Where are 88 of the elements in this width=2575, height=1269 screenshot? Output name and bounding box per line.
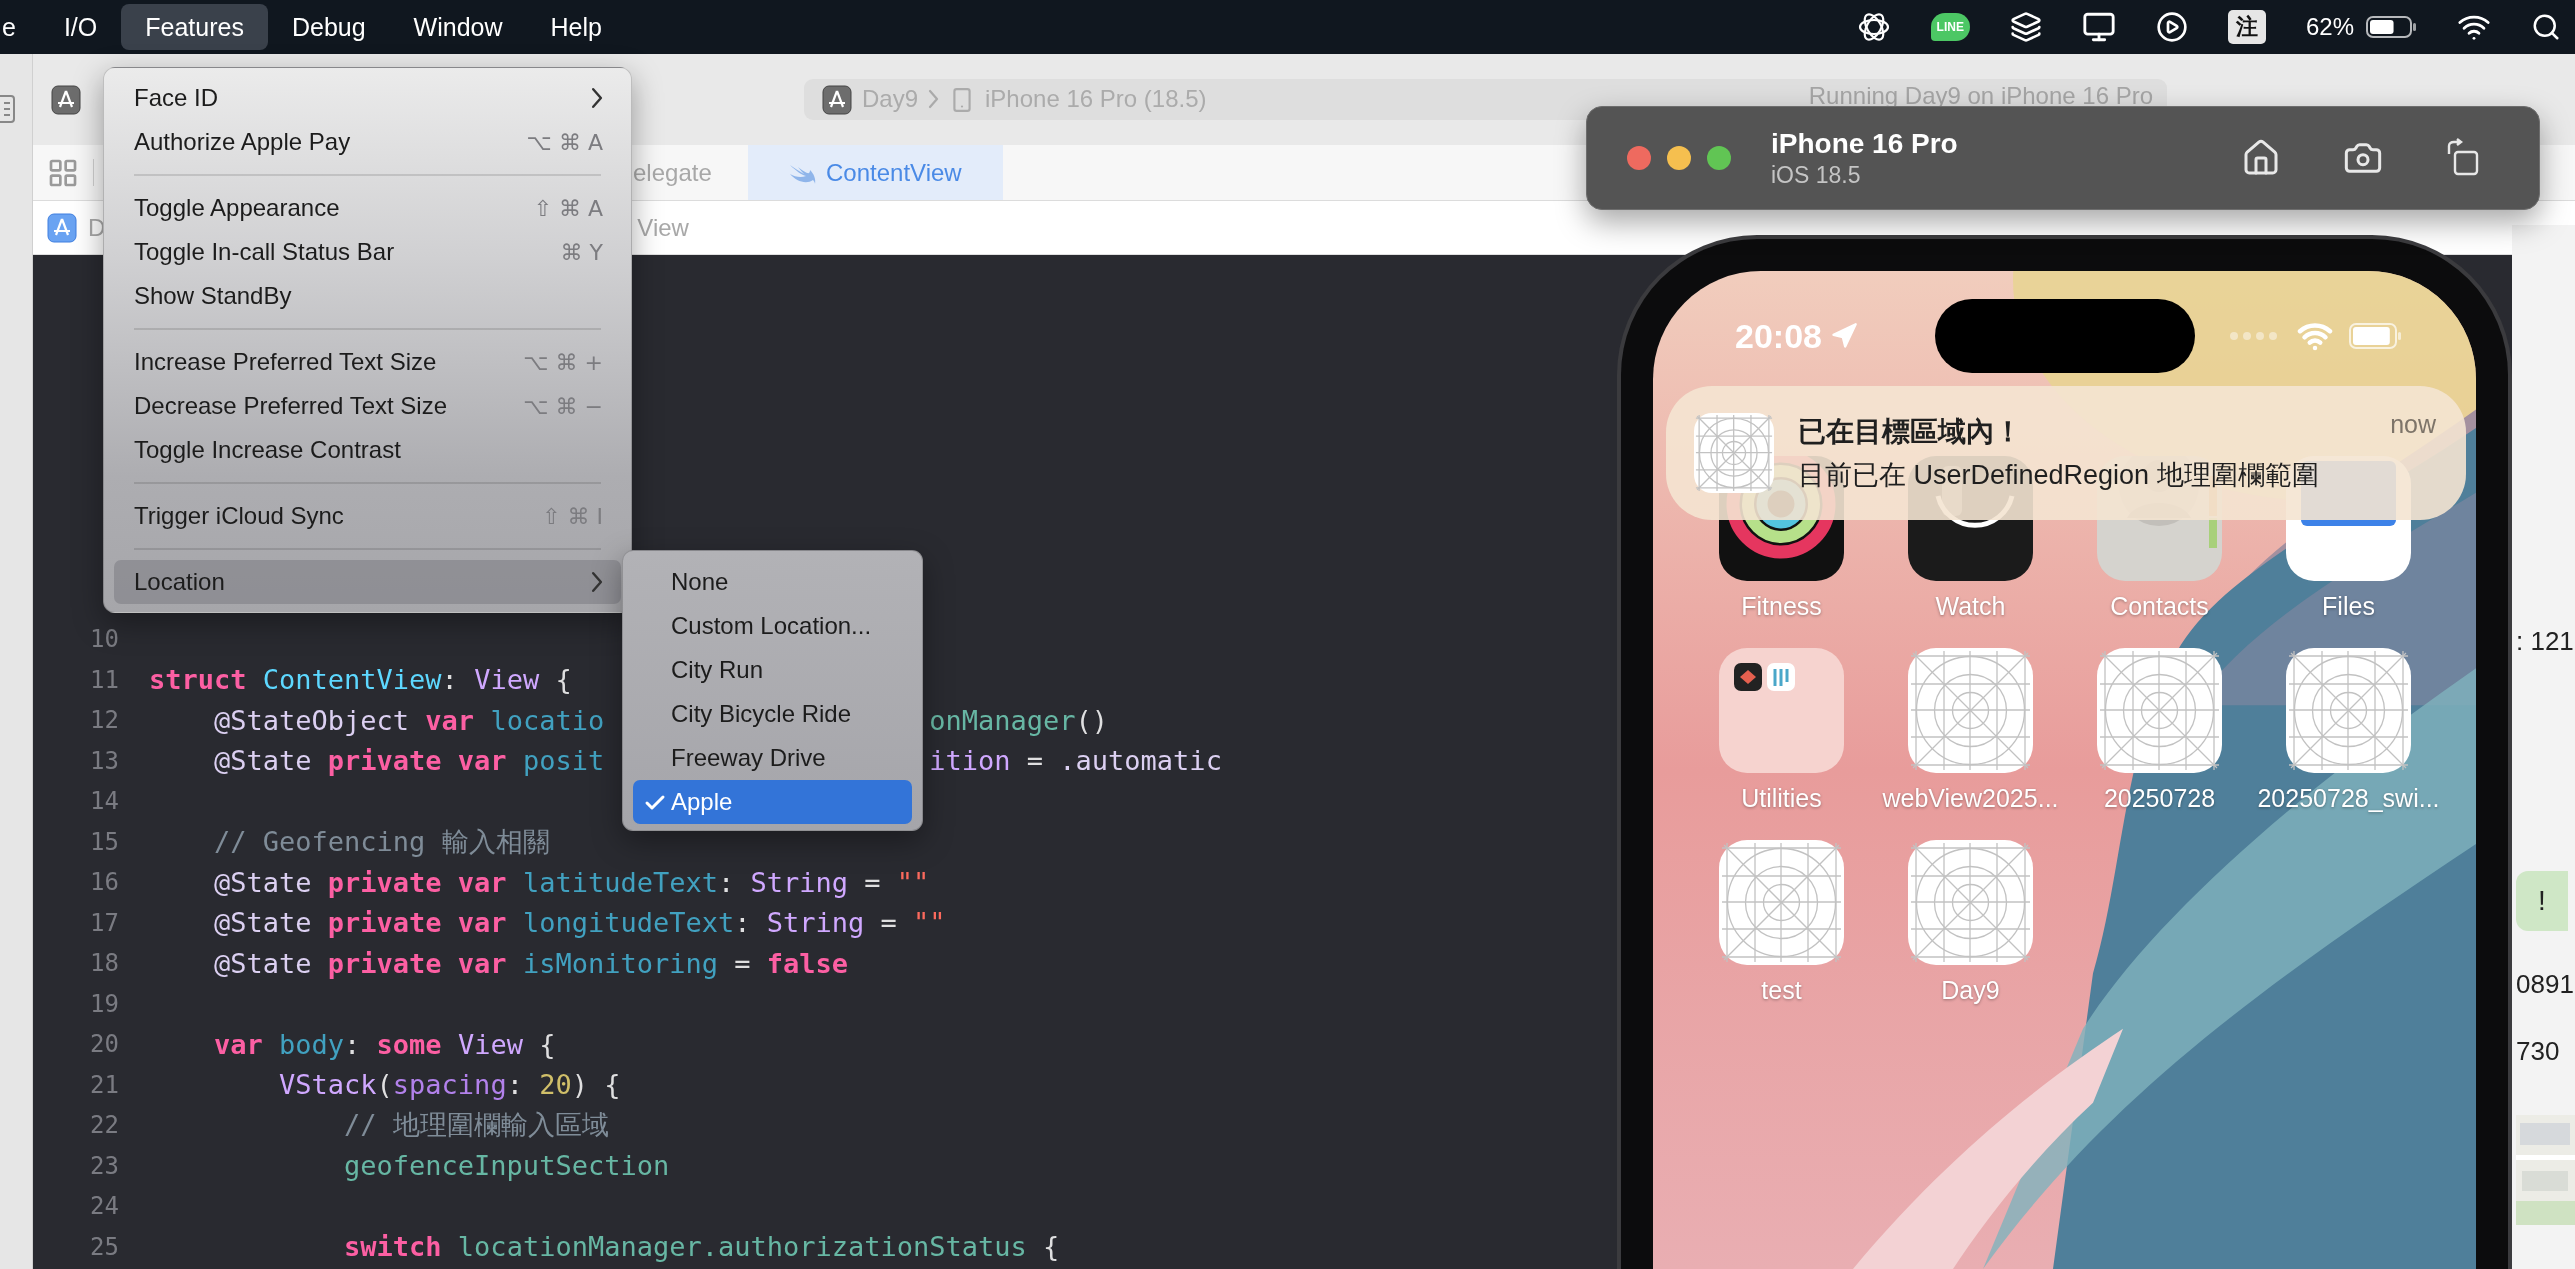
code-line: geofenceInputSection xyxy=(343,1150,670,1182)
os-version: iOS 18.5 xyxy=(1771,161,1862,189)
menu-item[interactable]: Show StandBy xyxy=(114,274,621,318)
menu-item[interactable]: None xyxy=(633,560,912,604)
code-line: struct ContentView: View { xyxy=(149,664,572,696)
menu-item[interactable]: Increase Preferred Text Size ⌥ ⌘ + xyxy=(114,340,621,384)
app-store-icon xyxy=(51,84,81,115)
menu-item[interactable]: Toggle In-call Status Bar ⌘ Y xyxy=(114,230,621,274)
code-line: @State private var isMonitoring = false xyxy=(213,947,849,979)
app-store-icon xyxy=(822,85,852,115)
notification-body: 目前已在 UserDefinedRegion 地理圍欄範圍 xyxy=(1798,459,2319,492)
menu-item[interactable]: Apple xyxy=(633,780,912,824)
battery-icon xyxy=(2366,16,2417,38)
notification-toast[interactable]: 已在目標區域內！ 目前已在 UserDefinedRegion 地理圍欄範圍 now xyxy=(1666,386,2466,520)
line-number: 24 xyxy=(89,1192,119,1221)
line-number: 25 xyxy=(89,1232,119,1261)
line-number: 11 xyxy=(89,665,119,694)
code-line: onManager() xyxy=(929,704,1109,736)
sidebar-icon[interactable] xyxy=(0,94,18,124)
notification-title: 已在目標區域內！ xyxy=(1798,415,2023,449)
code-line: // 地理圍欄輸入區域 xyxy=(343,1108,609,1143)
close-button[interactable] xyxy=(1627,146,1651,170)
menu-title[interactable]: Features xyxy=(121,4,268,50)
battery-percent: 62% xyxy=(2305,13,2354,41)
code-line: var body: some View { xyxy=(213,1028,556,1060)
code-line: switch locationManager.authorizationStatus { xyxy=(343,1231,1060,1263)
blank-app-icon xyxy=(1908,840,2033,965)
line-number: 15 xyxy=(89,827,119,856)
blank-app-icon xyxy=(1719,840,1844,965)
side-text: : 121 xyxy=(2516,625,2575,658)
app-store-icon xyxy=(47,212,77,243)
code-line: @State private var posit xyxy=(213,745,605,777)
code-line: ition = .automatic xyxy=(929,745,1222,777)
line-number: 16 xyxy=(89,868,119,897)
menu-item[interactable]: City Run xyxy=(633,648,912,692)
menu-item[interactable]: Location xyxy=(114,560,621,604)
rotate-icon[interactable] xyxy=(2445,138,2481,178)
line-number: 14 xyxy=(89,787,119,816)
input-method-badge[interactable]: 注 xyxy=(2227,10,2266,44)
line-number: 23 xyxy=(89,1151,119,1180)
menu-title[interactable]: Window xyxy=(389,4,527,50)
menu-title[interactable]: e xyxy=(0,4,40,50)
line-number: 12 xyxy=(89,706,119,735)
code-line: // Geofencing 輸入相關 xyxy=(213,824,550,859)
status-time: 20:08 xyxy=(1735,316,1822,356)
side-text: 730 xyxy=(2516,1035,2561,1068)
battery-icon xyxy=(2349,323,2402,349)
zoom-button[interactable] xyxy=(1707,146,1731,170)
menu-item[interactable]: Decrease Preferred Text Size ⌥ ⌘ − xyxy=(114,384,621,428)
menu-item[interactable]: Face ID xyxy=(114,76,621,120)
blank-app-icon xyxy=(1694,413,1774,493)
line-number: 10 xyxy=(89,625,119,654)
blank-app-icon xyxy=(2097,648,2222,773)
location-arrow-icon xyxy=(1829,322,1858,350)
blank-app-icon xyxy=(1908,648,2033,773)
line-number: 18 xyxy=(89,949,119,978)
search-icon[interactable] xyxy=(2531,12,2561,42)
line-number: 13 xyxy=(89,746,119,775)
message-bubble: ! xyxy=(2516,871,2568,931)
play-icon[interactable] xyxy=(2155,11,2188,43)
minimize-button[interactable] xyxy=(1667,146,1691,170)
app-folder-icon[interactable] xyxy=(1719,648,1844,773)
notification-time: now xyxy=(2390,410,2436,439)
line-number: 20 xyxy=(89,1030,119,1059)
code-line: @StateObject var locatio xyxy=(213,704,605,736)
app-label[interactable]: Files xyxy=(2322,593,2375,619)
menu-item[interactable]: Toggle Increase Contrast xyxy=(114,428,621,472)
device-name: iPhone 16 Pro xyxy=(1771,127,1958,160)
line-number: 21 xyxy=(89,1070,119,1099)
side-text: 0891 xyxy=(2516,968,2575,1001)
line-number: 19 xyxy=(89,989,119,1018)
line-number: 22 xyxy=(89,1111,119,1140)
display-icon[interactable] xyxy=(2081,10,2116,44)
line-number: 17 xyxy=(89,908,119,937)
menu-title[interactable]: I/O xyxy=(39,4,122,50)
menu-title[interactable]: Debug xyxy=(267,4,390,50)
blank-app-icon xyxy=(2286,648,2411,773)
menu-item[interactable]: Freeway Drive xyxy=(633,736,912,780)
knot-icon[interactable] xyxy=(1856,10,1891,44)
code-line: @State private var latitudeText: String = "" xyxy=(213,866,930,898)
code-line: VStack(spacing: 20) { xyxy=(278,1069,621,1101)
menu-title[interactable]: Help xyxy=(526,4,626,50)
menu-item[interactable]: Custom Location... xyxy=(633,604,912,648)
code-line: @State private var longitudeText: String = "" xyxy=(213,907,946,939)
menu-item[interactable]: City Bicycle Ride xyxy=(633,692,912,736)
layers-icon[interactable] xyxy=(2009,11,2042,43)
activity-text: Running Day9 on iPhone 16 Pro xyxy=(1808,85,2153,107)
chevron-icon xyxy=(928,89,940,109)
